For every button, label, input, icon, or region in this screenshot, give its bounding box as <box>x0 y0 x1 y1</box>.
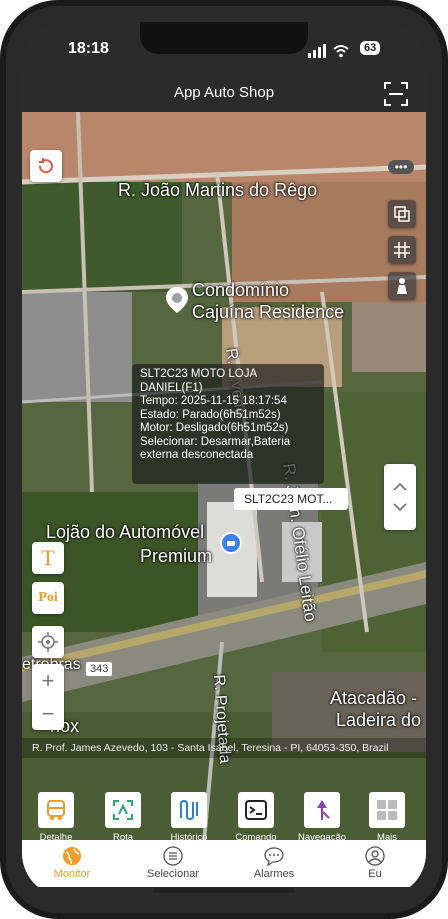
camera-notch <box>140 22 308 54</box>
list-icon <box>163 846 183 866</box>
screen: 18:18 63 App Auto Shop R. João Martins d… <box>22 22 426 897</box>
zoom-in-button[interactable]: + <box>42 664 55 697</box>
toolbar-more[interactable]: Mais <box>359 792 415 843</box>
chevron-up-icon[interactable] <box>390 477 410 497</box>
popup-line: DANIEL(F1) <box>140 381 203 394</box>
popup-line: Tempo: 2025-11-15 18:17:54 <box>140 395 287 407</box>
text-label-button[interactable]: T <box>32 542 64 574</box>
signal-wifi-icon <box>308 44 349 58</box>
toolbar-command[interactable]: Comando <box>228 792 284 843</box>
map-label-store-name: Premium <box>140 546 213 566</box>
layers-icon <box>394 206 410 222</box>
bottom-navigation: Monitor Selecionar Alarmes Eu <box>22 840 426 887</box>
vehicle-marker-icon[interactable] <box>220 532 242 554</box>
user-icon <box>365 846 385 866</box>
poi-button[interactable]: Poi <box>32 582 64 614</box>
scroll-panel-control <box>384 464 416 530</box>
grid-icon <box>377 800 397 820</box>
satellite-map[interactable]: R. João Martins do Rêgo Condomínio Cajuí… <box>22 112 426 864</box>
app-header: App Auto Shop <box>22 74 426 114</box>
toolbar-history[interactable]: Histórico <box>161 792 217 843</box>
map-label-street: R. João Martins do Rêgo <box>118 180 318 200</box>
toolbar-route[interactable]: Rota <box>95 792 151 843</box>
place-pin-icon <box>166 287 188 313</box>
route-icon <box>113 800 133 820</box>
crosshair-icon <box>38 632 58 652</box>
map-label-condominium-name: Cajuína Residence <box>192 302 345 322</box>
more-dots-icon: ••• <box>394 160 408 174</box>
status-time: 18:18 <box>68 40 109 57</box>
vehicle-info-popup: SLT2C23 MOTO LOJA DANIEL(F1) Tempo: 2025… <box>132 364 324 484</box>
address-bar: R. Prof. James Azevedo, 103 - Santa Isab… <box>22 738 426 758</box>
popup-line: Selecionar: Desarmar,Bateria <box>140 435 291 448</box>
poi-icon: Poi <box>38 590 58 605</box>
toolbar-detail[interactable]: Detalhe <box>28 792 84 843</box>
text-icon: T <box>41 545 55 570</box>
battery-indicator: 63 <box>360 41 381 55</box>
map-label-condominium: Condomínio <box>192 280 290 300</box>
zoom-out-button[interactable]: − <box>42 697 55 730</box>
grid-overlay-button[interactable] <box>388 236 416 264</box>
highway-shield: 343 <box>86 662 113 676</box>
bus-icon <box>47 800 65 820</box>
popup-line: SLT2C23 MOTO LOJA <box>140 368 258 380</box>
locate-button[interactable] <box>32 626 64 658</box>
map-label-atacadao-place: Ladeira do <box>336 710 422 730</box>
navigation-icon <box>317 800 330 820</box>
layers-button[interactable] <box>388 200 416 228</box>
chat-bubble-icon <box>264 847 284 866</box>
toolbar-navigation[interactable]: Navegação <box>294 792 350 843</box>
zoom-control: + − <box>32 664 64 730</box>
nav-select-label: Selecionar <box>147 868 199 880</box>
person-icon <box>397 278 407 294</box>
map-label-store: Lojão do Automóvel <box>46 522 205 542</box>
history-icon <box>180 799 198 821</box>
status-bar: 18:18 63 <box>22 22 426 74</box>
nav-monitor-label: Monitor <box>53 868 91 880</box>
rotate-icon <box>38 158 53 174</box>
chevron-down-icon[interactable] <box>390 497 410 517</box>
terminal-icon <box>245 800 267 820</box>
page-title: App Auto Shop <box>173 84 275 101</box>
scan-icon[interactable] <box>384 82 408 106</box>
more-options-button[interactable]: ••• <box>388 160 414 174</box>
globe-icon <box>63 847 81 865</box>
popup-line: Estado: Parado(6h51m52s) <box>140 408 281 421</box>
street-view-button[interactable] <box>388 272 416 300</box>
map-label-atacadao: Atacadão - <box>330 688 418 708</box>
nav-alarms[interactable]: Alarmes <box>234 846 314 880</box>
vehicle-name-tag[interactable]: SLT2C23 MOT... <box>234 488 348 510</box>
rotate-map-button[interactable] <box>30 150 62 182</box>
grid-lines-icon <box>394 242 410 258</box>
nav-me[interactable]: Eu <box>335 846 415 880</box>
popup-line: externa desconectada <box>140 449 254 461</box>
nav-me-label: Eu <box>368 868 382 880</box>
nav-alarms-label: Alarmes <box>253 868 295 880</box>
home-indicator <box>153 888 295 893</box>
popup-line: Motor: Desligado(6h51m52s) <box>140 422 289 434</box>
nav-monitor[interactable]: Monitor <box>32 846 112 880</box>
nav-select[interactable]: Selecionar <box>133 846 213 880</box>
